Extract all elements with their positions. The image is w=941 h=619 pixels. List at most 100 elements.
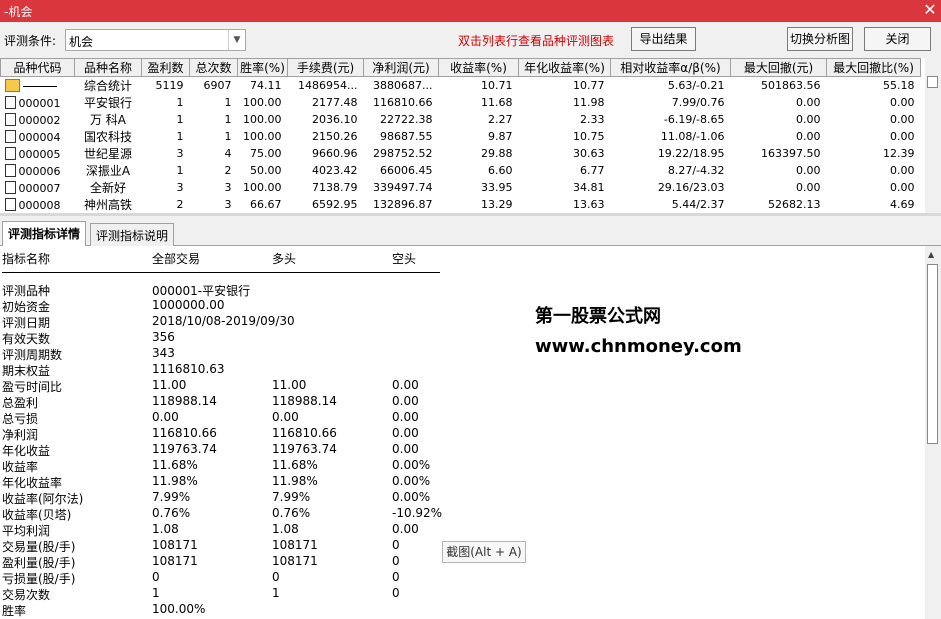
- grid-scroll-thumb[interactable]: [927, 76, 938, 88]
- column-header[interactable]: 最大回撤(元): [730, 58, 827, 77]
- column-header[interactable]: 手续费(元): [287, 58, 364, 77]
- column-header[interactable]: 品种名称: [74, 58, 142, 77]
- table-cell: 29.88: [481, 147, 513, 160]
- table-row[interactable]: 000002 万 科A 1 1 100.00 2036.10 22722.38 2.27 2.3…: [1, 111, 921, 128]
- column-header[interactable]: 相对收益率α/β(%): [610, 58, 731, 77]
- chevron-down-icon[interactable]: ▼: [228, 30, 245, 50]
- table-row[interactable]: 000001 平安银行 1 1 100.00 2177.48 116810.66 11.68 1…: [1, 94, 921, 111]
- export-button[interactable]: 导出结果: [631, 27, 696, 51]
- table-cell: 10.77: [573, 79, 605, 92]
- detail-row: 平均利润 1.08 1.08 0.00: [0, 522, 440, 538]
- metric-value: 0.00: [392, 442, 419, 456]
- metric-value: 119763.74: [152, 442, 217, 456]
- watermark-title: 第一股票公式网: [535, 306, 661, 327]
- metric-value: 0.00%: [392, 458, 431, 472]
- detail-row: 收益率(阿尔法) 7.99% 7.99% 0.00%: [0, 490, 440, 506]
- table-cell: 0.00: [890, 113, 915, 126]
- metric-value: 108171: [152, 554, 198, 568]
- table-cell: 0.00: [890, 181, 915, 194]
- detail-row: 盈亏时间比 11.00 11.00 0.00: [0, 378, 440, 394]
- table-row[interactable]: 000008 神州高铁 2 3 66.67 6592.95 132896.87 13.29 13…: [1, 196, 921, 213]
- close-icon[interactable]: ✕: [919, 0, 941, 22]
- table-cell: 10.71: [481, 79, 513, 92]
- watermark-url: www.chnmoney.com: [535, 336, 742, 357]
- detail-row: 总亏损 0.00 0.00 0.00: [0, 410, 440, 426]
- table-cell: 29.16/23.03: [657, 181, 725, 194]
- metric-name: 评测日期: [2, 316, 51, 330]
- metric-value: 11.68%: [152, 458, 198, 472]
- scroll-up-icon[interactable]: ▲: [928, 250, 934, 259]
- table-row[interactable]: 000007 全新好 3 3 100.00 7138.79 339497.74 33.95 34…: [1, 179, 921, 196]
- column-header[interactable]: 总次数: [189, 58, 238, 77]
- table-row[interactable]: 000005 世纪星源 3 4 75.00 9660.96 298752.52 29.88 30…: [1, 145, 921, 162]
- table-cell: 11.68: [481, 96, 513, 109]
- table-cell: 66006.45: [380, 164, 433, 177]
- table-cell: 3: [224, 198, 232, 211]
- table-cell: 8.27/-4.32: [667, 164, 725, 177]
- table-cell: 298752.52: [373, 147, 433, 160]
- metric-value: 118988.14: [272, 394, 337, 408]
- metric-value: 0.00%: [392, 474, 431, 488]
- metric-value: 0.00: [392, 378, 419, 392]
- metric-value: 0.00: [392, 410, 419, 424]
- metric-value: 108171: [152, 538, 198, 552]
- column-header[interactable]: 品种代码: [0, 58, 75, 77]
- metric-name: 评测周期数: [2, 348, 63, 362]
- detail-scrollbar[interactable]: ▲: [925, 246, 941, 619]
- detail-scroll-thumb[interactable]: [927, 264, 938, 444]
- tab-detail[interactable]: 评测指标详情: [2, 221, 87, 247]
- row-name: 神州高铁: [83, 198, 132, 212]
- dash-line: [22, 86, 57, 87]
- metric-name: 交易量(股/手): [2, 540, 76, 554]
- window-title: -机会: [4, 5, 33, 19]
- summary-row[interactable]: 综合统计 5119 6907 74.11 1486954... 3880687.…: [1, 77, 921, 95]
- document-icon: [4, 129, 16, 143]
- column-header[interactable]: 最大回撤比(%): [826, 58, 921, 77]
- grid-header: 品种代码 品种名称 盈利数 总次数 胜率(%) 手续费(元) 净利润(元) 收益…: [0, 58, 921, 77]
- metric-value: 0.00: [392, 394, 419, 408]
- table-cell: 5119: [155, 79, 184, 92]
- condition-select[interactable]: 机会 ▼: [65, 29, 246, 51]
- table-cell: 100.00: [243, 96, 282, 109]
- table-cell: 6592.95: [312, 198, 358, 211]
- grid-scrollbar[interactable]: [925, 58, 941, 213]
- table-cell: 13.29: [481, 198, 513, 211]
- metric-value: 7.99%: [272, 490, 311, 504]
- table-cell: 1: [176, 96, 184, 109]
- table-row[interactable]: 000004 国农科技 1 1 100.00 2150.26 98687.55 9.87 10.…: [1, 128, 921, 145]
- table-cell: 1: [176, 130, 184, 143]
- detail-row: 评测品种 000001-平安银行: [0, 282, 440, 298]
- table-cell: 3: [176, 181, 184, 194]
- metric-value: 118988.14: [152, 394, 217, 408]
- table-cell: 2: [176, 198, 184, 211]
- metric-name: 总盈利: [2, 396, 39, 410]
- column-header[interactable]: 胜率(%): [237, 58, 288, 77]
- metric-value: 1.08: [272, 522, 299, 536]
- table-cell: 339497.74: [373, 181, 433, 194]
- metric-name: 年化收益率: [2, 476, 63, 490]
- detail-row: 交易次数 1 1 0: [0, 586, 440, 602]
- metric-name: 收益率: [2, 460, 39, 474]
- table-cell: 3: [224, 181, 232, 194]
- tab-explanation[interactable]: 评测指标说明: [90, 223, 175, 246]
- table-cell: 6.60: [488, 164, 513, 177]
- table-row[interactable]: 000006 深振业A 1 2 50.00 4023.42 66006.45 6.60 6.77…: [1, 162, 921, 179]
- header-divider: [2, 272, 440, 273]
- table-cell: 7.99/0.76: [671, 96, 725, 109]
- detail-header-short: 空头: [392, 252, 417, 266]
- column-header[interactable]: 年化收益率(%): [518, 58, 611, 77]
- row-code: 000001: [18, 96, 61, 110]
- detail-header-name: 指标名称: [2, 252, 51, 266]
- table-cell: 19.22/18.95: [657, 147, 725, 160]
- document-icon: [4, 112, 16, 126]
- column-header[interactable]: 盈利数: [141, 58, 190, 77]
- table-cell: 163397.50: [761, 147, 821, 160]
- metric-value: 343: [152, 346, 175, 360]
- document-icon: [4, 163, 16, 177]
- column-header[interactable]: 净利润(元): [363, 58, 439, 77]
- close-button[interactable]: 关闭: [864, 27, 931, 51]
- table-cell: 2.27: [488, 113, 513, 126]
- column-header[interactable]: 收益率(%): [438, 58, 519, 77]
- document-icon: [4, 180, 16, 194]
- switch-chart-button[interactable]: 切换分析图: [787, 27, 853, 51]
